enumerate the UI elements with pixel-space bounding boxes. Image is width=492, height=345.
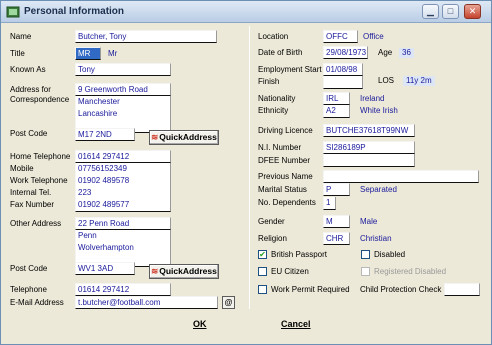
title-description: Mr <box>108 49 118 58</box>
title-code-field[interactable]: MR <box>75 47 101 60</box>
quick-address-icon: ≋ <box>151 132 159 142</box>
religion-label: Religion <box>258 234 287 243</box>
marital-status-code-field[interactable]: P <box>323 183 350 196</box>
known-as-field[interactable]: Tony <box>75 63 171 76</box>
work-permit-label: Work Permit Required <box>271 285 350 294</box>
religion-description: Christian <box>360 234 392 243</box>
gender-code-field[interactable]: M <box>323 215 350 228</box>
other-quick-address-button[interactable]: ≋QuickAddress <box>149 264 219 279</box>
name-label: Name <box>10 32 32 41</box>
other-post-code-label: Post Code <box>10 264 48 273</box>
los-value: 11y 2m <box>403 76 435 86</box>
cancel-button[interactable]: Cancel <box>281 319 311 329</box>
telephone-field[interactable]: 01614 297412 <box>75 283 171 296</box>
nationality-description: Ireland <box>360 94 385 103</box>
home-telephone-field[interactable]: 01614 297412 <box>75 150 171 163</box>
personal-information-window: Personal Information ▁ □ ✕ Name Butcher,… <box>0 0 492 345</box>
dfee-number-label: DFEE Number <box>258 156 311 165</box>
address-label-line1: Address for <box>10 85 51 94</box>
marital-status-description: Separated <box>360 185 397 194</box>
other-post-code-field[interactable]: WV1 3AD <box>75 262 135 275</box>
marital-status-label: Marital Status <box>258 185 307 194</box>
post-code-field[interactable]: M17 2ND <box>75 128 135 141</box>
eu-citizen-checkbox[interactable] <box>258 267 267 276</box>
dependents-field[interactable]: 1 <box>323 197 336 210</box>
email-label: E-Mail Address <box>10 298 64 307</box>
employment-start-field[interactable]: 01/08/98 <box>323 63 363 76</box>
finish-label: Finish <box>258 77 280 86</box>
ethnicity-description: White Irish <box>360 106 398 115</box>
send-email-button[interactable]: @ <box>222 296 235 309</box>
disabled-label: Disabled <box>374 250 406 259</box>
ok-button[interactable]: OK <box>193 319 207 329</box>
other-address-label: Other Address <box>10 219 62 228</box>
close-button[interactable]: ✕ <box>464 4 481 19</box>
driving-licence-label: Driving Licence <box>258 126 313 135</box>
british-passport-label: British Passport <box>271 250 328 259</box>
los-label: LOS <box>378 76 395 85</box>
known-as-label: Known As <box>10 65 46 74</box>
name-field[interactable]: Butcher, Tony <box>75 30 217 43</box>
driving-licence-field[interactable]: BUTCHE37618T99NW <box>323 124 415 137</box>
window-title: Personal Information <box>24 6 125 17</box>
date-of-birth-field[interactable]: 29/08/1973 <box>323 46 368 59</box>
registered-disabled-label: Registered Disabled <box>374 267 447 276</box>
work-telephone-label: Work Telephone <box>10 176 68 185</box>
disabled-checkbox[interactable] <box>361 250 370 259</box>
location-label: Location <box>258 32 289 41</box>
minimize-button[interactable]: ▁ <box>422 4 439 19</box>
eu-citizen-label: EU Citizen <box>271 267 309 276</box>
location-description: Office <box>363 32 384 41</box>
nationality-code-field[interactable]: IRL <box>323 92 350 105</box>
fax-number-label: Fax Number <box>10 200 55 209</box>
internal-tel-label: Internal Tel. <box>10 188 52 197</box>
dfee-number-field[interactable] <box>323 154 415 167</box>
address-line-1[interactable]: 9 Greenworth Road <box>75 83 171 96</box>
gender-description: Male <box>360 217 378 226</box>
ni-number-field[interactable]: SI286189P <box>323 141 415 154</box>
address-label-line2: Correspondence <box>10 95 70 104</box>
maximize-button[interactable]: □ <box>442 4 459 19</box>
mobile-label: Mobile <box>10 164 34 173</box>
quick-address-button[interactable]: ≋QuickAddress <box>149 130 219 145</box>
child-protection-field[interactable] <box>444 283 480 296</box>
age-label: Age <box>378 48 393 57</box>
other-address-line-1[interactable]: 22 Penn Road <box>75 217 171 230</box>
registered-disabled-checkbox[interactable] <box>361 267 370 276</box>
title-label: Title <box>10 49 25 58</box>
home-telephone-label: Home Telephone <box>10 152 71 161</box>
quick-address-icon: ≋ <box>151 266 159 276</box>
finish-field[interactable] <box>323 76 363 89</box>
ethnicity-label: Ethnicity <box>258 106 289 115</box>
child-protection-label: Child Protection Check <box>360 285 442 294</box>
email-field[interactable]: t.butcher@football.com <box>75 296 218 309</box>
religion-code-field[interactable]: CHR <box>323 232 350 245</box>
form-body: Name Butcher, Tony Title MR Mr Known As … <box>3 24 489 344</box>
date-of-birth-label: Date of Birth <box>258 48 303 57</box>
gender-label: Gender <box>258 217 285 226</box>
app-icon <box>6 6 20 18</box>
previous-name-label: Previous Name <box>258 172 313 181</box>
previous-name-field[interactable] <box>323 170 479 183</box>
british-passport-checkbox[interactable]: ✔ <box>258 250 267 259</box>
work-permit-checkbox[interactable] <box>258 285 267 294</box>
employment-start-label: Employment Start <box>258 65 322 74</box>
title-bar[interactable]: Personal Information ▁ □ ✕ <box>1 1 491 23</box>
ni-number-label: N.I. Number <box>258 143 302 152</box>
location-code-field[interactable]: OFFC <box>323 30 358 43</box>
ethnicity-code-field[interactable]: A2 <box>323 105 350 118</box>
fax-number-field[interactable]: 01902 489577 <box>75 199 171 212</box>
nationality-label: Nationality <box>258 94 296 103</box>
age-value: 36 <box>399 48 414 58</box>
dependents-label: No. Dependents <box>258 198 316 207</box>
telephone-label: Telephone <box>10 285 47 294</box>
post-code-label: Post Code <box>10 129 48 138</box>
column-divider <box>249 26 250 309</box>
